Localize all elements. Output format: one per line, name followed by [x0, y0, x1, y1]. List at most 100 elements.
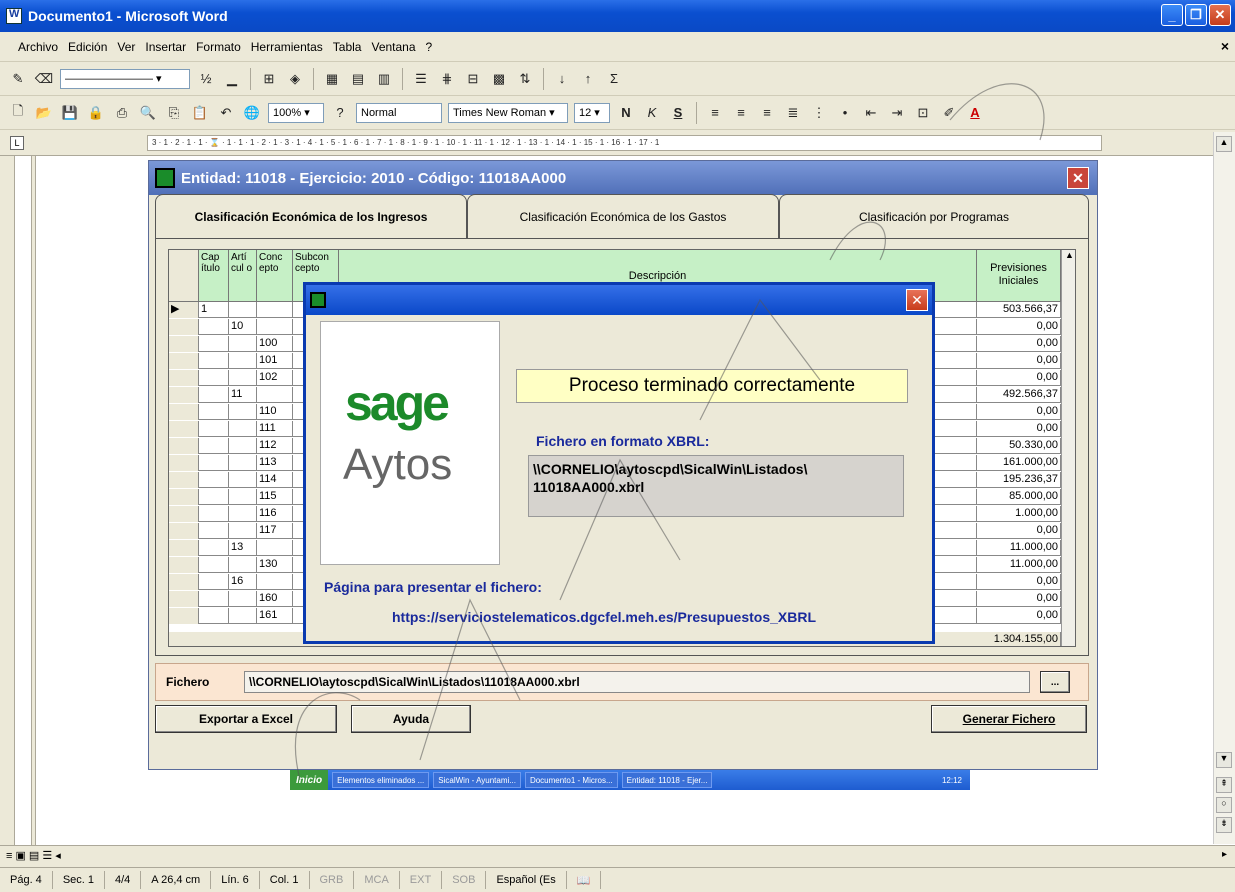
distribute-rows-icon[interactable]: ⋕ [437, 69, 457, 89]
print-icon[interactable]: ⎙ [112, 103, 132, 123]
grid-cell-cap[interactable] [199, 319, 229, 335]
grid-cell-prev[interactable]: 0,00 [977, 523, 1061, 539]
grid-cell-art[interactable] [229, 438, 257, 454]
grid-cell-conc[interactable]: 100 [257, 336, 293, 352]
row-selector[interactable] [169, 472, 199, 488]
shading-icon[interactable]: ◈ [285, 69, 305, 89]
grid-cell-cap[interactable] [199, 472, 229, 488]
grid-cell-art[interactable] [229, 523, 257, 539]
header-concepto[interactable]: Conc epto [257, 250, 293, 302]
menu-ventana[interactable]: Ventana [371, 40, 415, 54]
row-selector[interactable] [169, 489, 199, 505]
new-document-icon[interactable]: 🗋 [8, 103, 28, 123]
grid-scroll-up-icon[interactable]: ▲ [1062, 250, 1075, 260]
menu-help[interactable]: ? [426, 40, 433, 54]
grid-cell-art[interactable] [229, 591, 257, 607]
grid-cell-conc[interactable]: 101 [257, 353, 293, 369]
undo-icon[interactable]: ↶ [216, 103, 236, 123]
row-selector[interactable] [169, 557, 199, 573]
grid-cell-cap[interactable] [199, 387, 229, 403]
font-combo[interactable]: Times New Roman ▾ [448, 102, 568, 123]
grid-cell-prev[interactable]: 492.566,37 [977, 387, 1061, 403]
minimize-button[interactable]: _ [1161, 4, 1183, 26]
distribute-cols-icon[interactable]: ⊟ [463, 69, 483, 89]
status-sob[interactable]: SOB [442, 871, 487, 889]
highlight-icon[interactable]: ✐ [939, 103, 959, 123]
grid-cell-conc[interactable] [257, 319, 293, 335]
grid-cell-prev[interactable]: 11.000,00 [977, 540, 1061, 556]
grid-cell-art[interactable] [229, 489, 257, 505]
grid-cell-prev[interactable]: 11.000,00 [977, 557, 1061, 573]
grid-cell-prev[interactable]: 503.566,37 [977, 302, 1061, 318]
increase-indent-icon[interactable]: ⇥ [887, 103, 907, 123]
grid-scrollbar[interactable]: ▲ [1061, 250, 1075, 646]
grid-cell-cap[interactable] [199, 557, 229, 573]
align-left-icon[interactable]: ≡ [705, 103, 725, 123]
grid-cell-cap[interactable] [199, 421, 229, 437]
grid-cell-cap[interactable] [199, 438, 229, 454]
grid-cell-cap[interactable] [199, 353, 229, 369]
autoformat-icon[interactable]: ▩ [489, 69, 509, 89]
grid-cell-prev[interactable]: 0,00 [977, 336, 1061, 352]
grid-cell-conc[interactable]: 160 [257, 591, 293, 607]
autosum-icon[interactable]: Σ [604, 69, 624, 89]
grid-cell-cap[interactable] [199, 489, 229, 505]
start-button[interactable]: Inicio [290, 770, 329, 790]
grid-cell-conc[interactable]: 116 [257, 506, 293, 522]
grid-cell-art[interactable] [229, 472, 257, 488]
row-selector[interactable] [169, 523, 199, 539]
justify-icon[interactable]: ≣ [783, 103, 803, 123]
close-button[interactable]: ✕ [1209, 4, 1231, 26]
outside-border-icon[interactable]: ⊡ [913, 103, 933, 123]
grid-cell-art[interactable] [229, 404, 257, 420]
grid-cell-art[interactable] [229, 353, 257, 369]
underline-icon[interactable]: S [668, 103, 688, 123]
grid-cell-art[interactable] [229, 608, 257, 624]
spelling-status-icon[interactable]: 📖 [567, 871, 602, 889]
grid-cell-cap[interactable] [199, 404, 229, 420]
grid-cell-conc[interactable]: 114 [257, 472, 293, 488]
grid-cell-conc[interactable] [257, 574, 293, 590]
sort-desc-icon[interactable]: ↑ [578, 69, 598, 89]
grid-cell-prev[interactable]: 0,00 [977, 319, 1061, 335]
grid-cell-cap[interactable] [199, 523, 229, 539]
menu-tabla[interactable]: Tabla [333, 40, 362, 54]
menu-insertar[interactable]: Insertar [145, 40, 186, 54]
paste-icon[interactable]: 📋 [190, 103, 210, 123]
task-eliminados[interactable]: Elementos eliminados ... [332, 772, 430, 788]
grid-cell-prev[interactable]: 195.236,37 [977, 472, 1061, 488]
scroll-up-arrow-icon[interactable]: ▲ [1216, 136, 1232, 152]
merge-cells-icon[interactable]: ▤ [348, 69, 368, 89]
status-mca[interactable]: MCA [354, 871, 400, 889]
grid-cell-prev[interactable]: 161.000,00 [977, 455, 1061, 471]
row-selector[interactable] [169, 421, 199, 437]
presentation-url[interactable]: https://serviciostelematicos.dgcfel.meh.… [392, 609, 816, 625]
document-close-icon[interactable]: × [1221, 38, 1229, 54]
scroll-down-arrow-icon[interactable]: ▼ [1216, 752, 1232, 768]
grid-cell-art[interactable]: 10 [229, 319, 257, 335]
tab-programas[interactable]: Clasificación por Programas [779, 194, 1089, 238]
grid-cell-art[interactable]: 16 [229, 574, 257, 590]
grid-cell-conc[interactable]: 130 [257, 557, 293, 573]
save-icon[interactable]: 💾 [60, 103, 80, 123]
bullets-icon[interactable]: • [835, 103, 855, 123]
export-excel-button[interactable]: Exportar a Excel [155, 705, 337, 733]
row-selector[interactable] [169, 319, 199, 335]
status-ext[interactable]: EXT [400, 871, 443, 889]
grid-cell-conc[interactable] [257, 540, 293, 556]
dialog-close-icon[interactable]: ✕ [906, 289, 928, 311]
grid-cell-cap[interactable] [199, 336, 229, 352]
next-page-icon[interactable]: ⇟ [1216, 817, 1232, 833]
grid-cell-prev[interactable]: 0,00 [977, 421, 1061, 437]
horizontal-ruler[interactable]: L 3 · 1 · 2 · 1 · 1 · ⌛ · 1 · 1 · 1 · 2 … [0, 130, 1235, 156]
grid-cell-conc[interactable]: 161 [257, 608, 293, 624]
split-cells-icon[interactable]: ▥ [374, 69, 394, 89]
bold-icon[interactable]: N [616, 103, 636, 123]
grid-cell-cap[interactable] [199, 591, 229, 607]
scroll-right-arrow-icon[interactable]: ▸ [1222, 849, 1227, 860]
header-articulo[interactable]: Artí cul o [229, 250, 257, 302]
align-icon[interactable]: ☰ [411, 69, 431, 89]
row-selector[interactable] [169, 438, 199, 454]
grid-cell-conc[interactable]: 111 [257, 421, 293, 437]
grid-cell-prev[interactable]: 1.000,00 [977, 506, 1061, 522]
